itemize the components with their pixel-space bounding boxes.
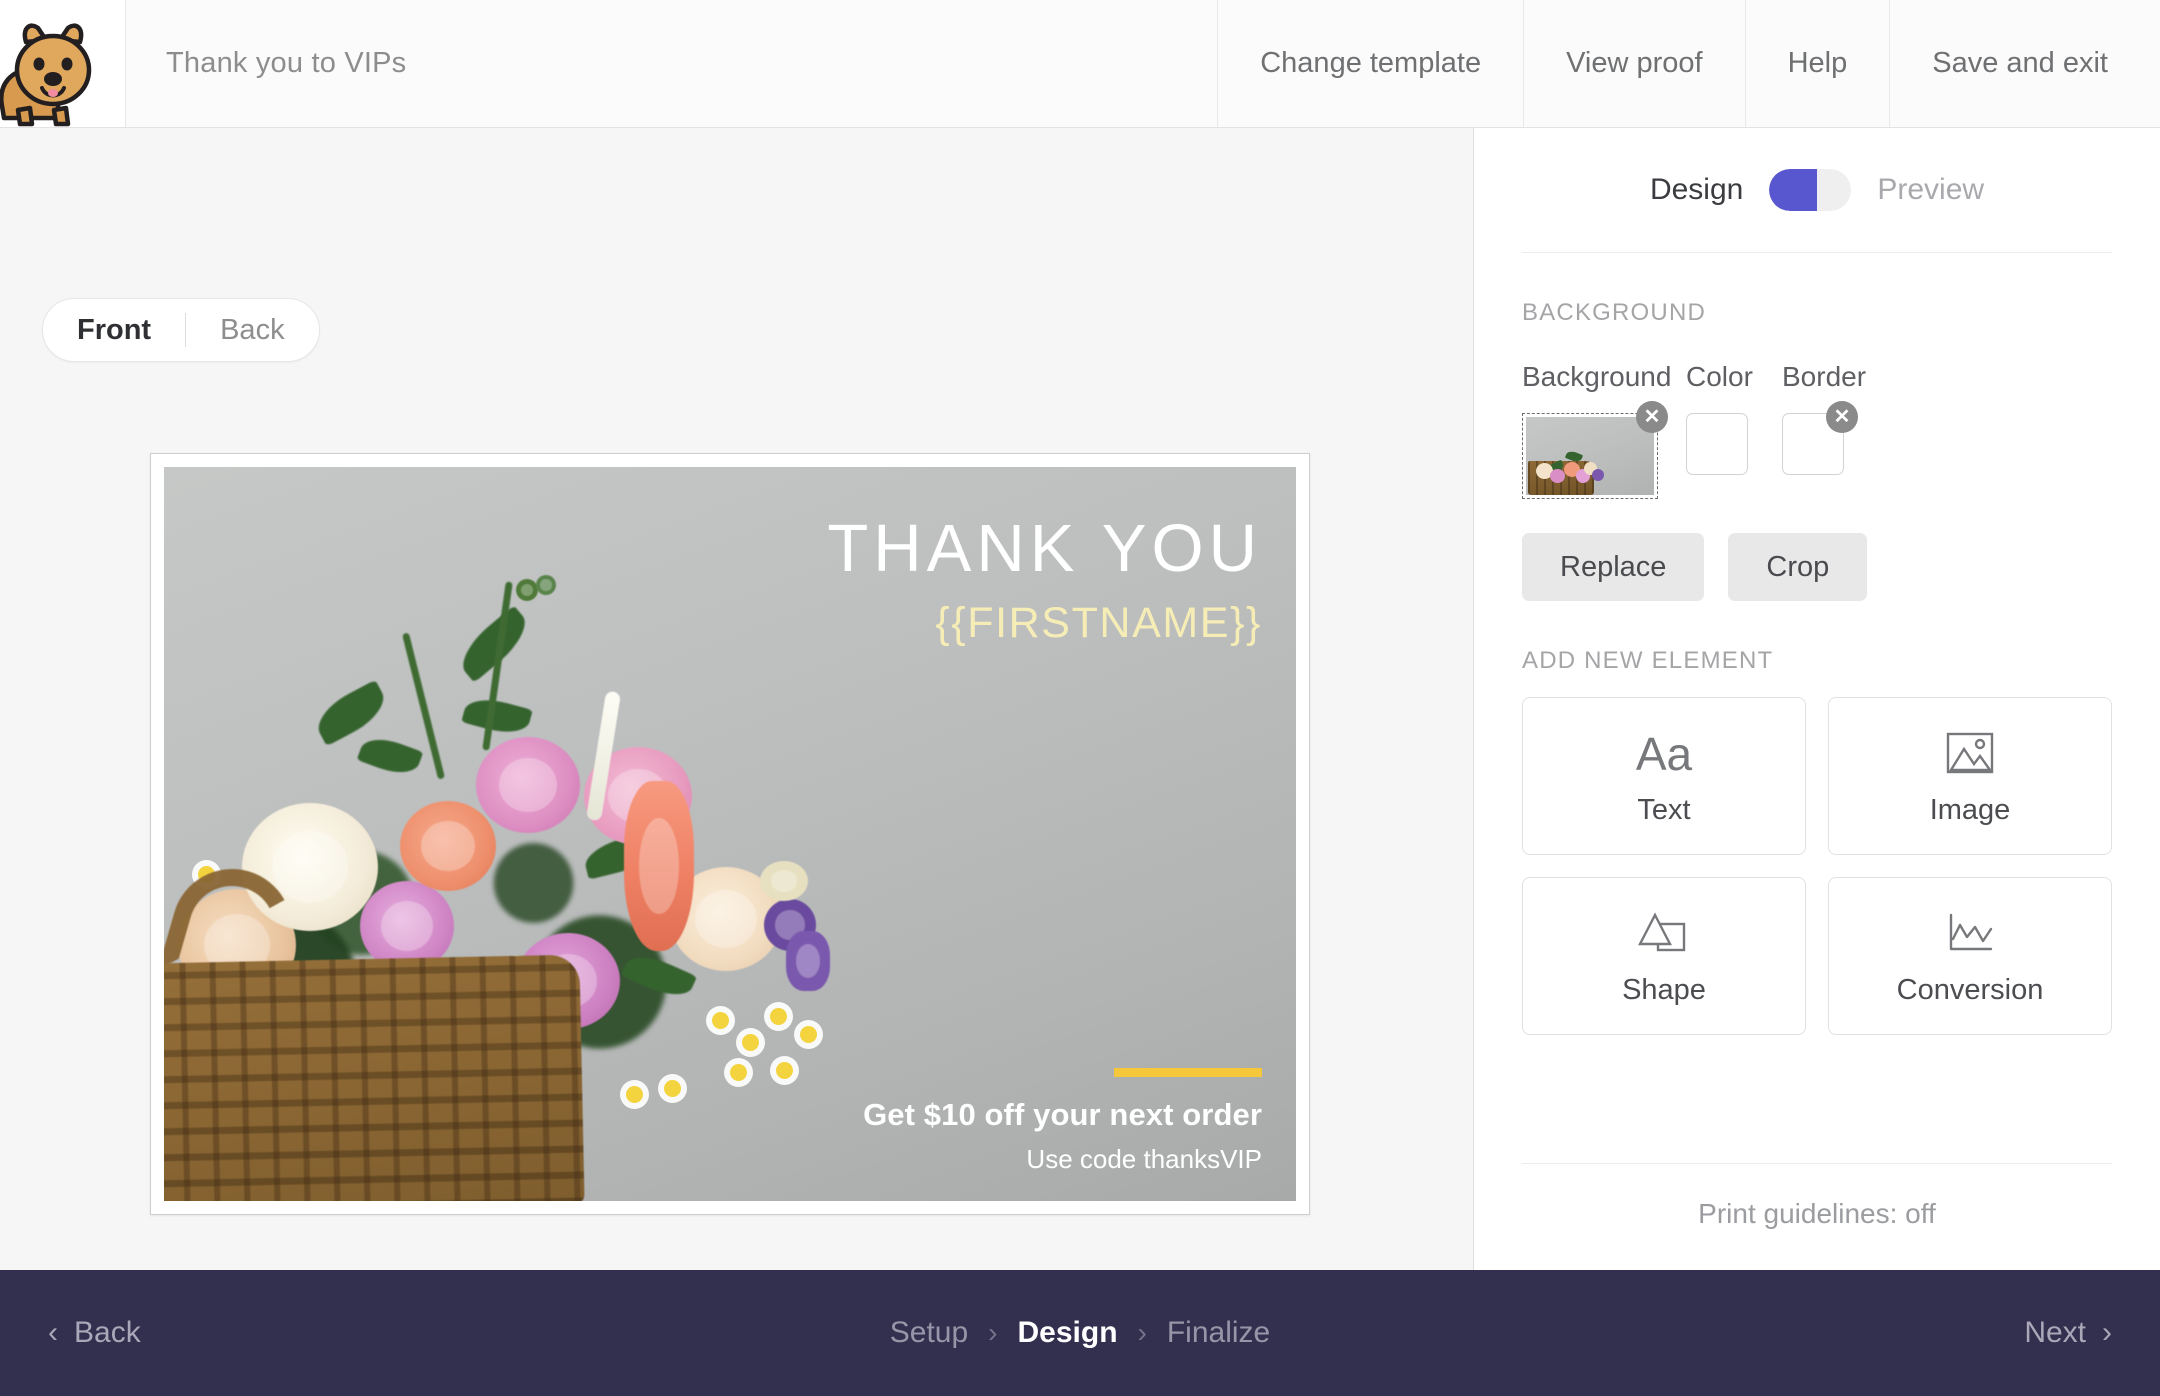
add-conversion-label: Conversion bbox=[1896, 973, 2044, 1006]
document-title-cell[interactable]: Thank you to VIPs bbox=[126, 0, 1219, 127]
replace-button[interactable]: Replace bbox=[1522, 533, 1705, 601]
add-text-label: Text bbox=[1637, 793, 1691, 826]
shape-triangle-square-icon bbox=[1638, 906, 1690, 962]
breadcrumb: Setup › Design › Finalize bbox=[0, 1316, 2160, 1350]
background-image-thumbnail[interactable] bbox=[1522, 413, 1658, 499]
breadcrumb-setup[interactable]: Setup bbox=[890, 1316, 968, 1350]
add-shape-label: Shape bbox=[1622, 973, 1706, 1006]
design-canvas[interactable]: Front Back THANK YOU {{FIRSTNAME}} Get $… bbox=[0, 128, 1474, 1270]
card-promo-code-text[interactable]: Use code thanksVIP bbox=[1026, 1144, 1262, 1175]
add-conversion-element-button[interactable]: Conversion bbox=[1828, 877, 2112, 1035]
label-border: Border bbox=[1782, 361, 1867, 392]
design-side-panel: Design Preview BACKGROUND Background Col… bbox=[1474, 128, 2160, 1270]
text-aa-icon: Aa bbox=[1635, 727, 1693, 780]
color-swatch-wrap bbox=[1686, 413, 1782, 475]
back-button[interactable]: ‹ Back bbox=[48, 1316, 141, 1350]
crop-button[interactable]: Crop bbox=[1728, 533, 1868, 601]
side-toggle-back[interactable]: Back bbox=[186, 299, 318, 361]
label-color: Color bbox=[1686, 361, 1753, 392]
add-image-element-button[interactable]: Image bbox=[1828, 697, 2112, 855]
card-merge-tag[interactable]: {{FIRSTNAME}} bbox=[935, 602, 1262, 645]
background-section-title: BACKGROUND bbox=[1522, 299, 1707, 326]
breadcrumb-finalize[interactable]: Finalize bbox=[1167, 1316, 1270, 1350]
add-text-element-button[interactable]: Aa Text bbox=[1522, 697, 1806, 855]
document-title: Thank you to VIPs bbox=[166, 47, 407, 79]
app-root: Thank you to VIPs Change template View p… bbox=[0, 0, 2160, 1396]
print-guidelines-toggle[interactable]: Print guidelines: off bbox=[1522, 1164, 2112, 1270]
quokka-mascot-logo bbox=[0, 23, 92, 127]
postcard-front-preview[interactable]: THANK YOU {{FIRSTNAME}} Get $10 off your… bbox=[150, 453, 1310, 1215]
body-row: Front Back THANK YOU {{FIRSTNAME}} Get $… bbox=[0, 128, 2160, 1270]
logo-cell[interactable] bbox=[0, 0, 126, 127]
remove-background-icon[interactable]: ✕ bbox=[1636, 401, 1668, 433]
next-label: Next bbox=[2024, 1316, 2086, 1349]
card-side-toggle[interactable]: Front Back bbox=[42, 298, 320, 362]
chevron-right-icon: › bbox=[2102, 1316, 2112, 1349]
background-swatch-row: ✕ ✕ bbox=[1522, 401, 2112, 499]
image-picture-icon bbox=[1945, 726, 1995, 782]
chevron-left-icon: ‹ bbox=[48, 1316, 58, 1349]
add-element-grid: Aa Text Image Shape Conversion bbox=[1522, 697, 2112, 1035]
design-preview-switch[interactable] bbox=[1769, 169, 1852, 211]
panel-divider-top bbox=[1522, 252, 2112, 253]
add-shape-element-button[interactable]: Shape bbox=[1522, 877, 1806, 1035]
nav-help[interactable]: Help bbox=[1746, 0, 1891, 127]
postcard-artboard[interactable]: THANK YOU {{FIRSTNAME}} Get $10 off your… bbox=[164, 467, 1296, 1201]
add-element-section-title: ADD NEW ELEMENT bbox=[1522, 647, 1774, 674]
nav-save-and-exit[interactable]: Save and exit bbox=[1890, 0, 2160, 127]
card-accent-bar[interactable] bbox=[1114, 1068, 1262, 1077]
background-color-swatch[interactable] bbox=[1686, 413, 1748, 475]
side-toggle-front[interactable]: Front bbox=[43, 299, 185, 361]
background-field-labels: Background Color Border bbox=[1522, 361, 2112, 393]
mode-label-preview[interactable]: Preview bbox=[1877, 173, 1984, 207]
card-text-layer: THANK YOU {{FIRSTNAME}} Get $10 off your… bbox=[164, 467, 1296, 1201]
panel-footer: Print guidelines: off bbox=[1522, 1163, 2112, 1270]
add-image-label: Image bbox=[1929, 793, 2011, 826]
background-thumb-wrap: ✕ bbox=[1522, 401, 1686, 499]
top-bar: Thank you to VIPs Change template View p… bbox=[0, 0, 2160, 128]
mode-label-design[interactable]: Design bbox=[1650, 173, 1743, 207]
switch-knob bbox=[1769, 169, 1818, 211]
conversion-chart-icon bbox=[1945, 906, 1995, 962]
nav-change-template[interactable]: Change template bbox=[1218, 0, 1525, 127]
nav-view-proof[interactable]: View proof bbox=[1524, 0, 1746, 127]
background-action-buttons: Replace Crop bbox=[1522, 533, 2112, 601]
design-preview-toggle[interactable]: Design Preview bbox=[1522, 128, 2112, 252]
bottom-bar: ‹ Back Setup › Design › Finalize Next › bbox=[0, 1270, 2160, 1396]
remove-border-icon[interactable]: ✕ bbox=[1826, 401, 1858, 433]
breadcrumb-separator-2: › bbox=[1137, 1317, 1147, 1348]
card-heading[interactable]: THANK YOU bbox=[827, 515, 1262, 582]
back-label: Back bbox=[74, 1316, 141, 1349]
next-button[interactable]: Next › bbox=[2024, 1316, 2112, 1350]
border-swatch-wrap: ✕ bbox=[1782, 401, 1858, 475]
card-offer-text[interactable]: Get $10 off your next order bbox=[863, 1097, 1262, 1133]
breadcrumb-separator-1: › bbox=[988, 1317, 998, 1348]
breadcrumb-design[interactable]: Design bbox=[1018, 1316, 1118, 1350]
label-background: Background bbox=[1522, 361, 1672, 392]
